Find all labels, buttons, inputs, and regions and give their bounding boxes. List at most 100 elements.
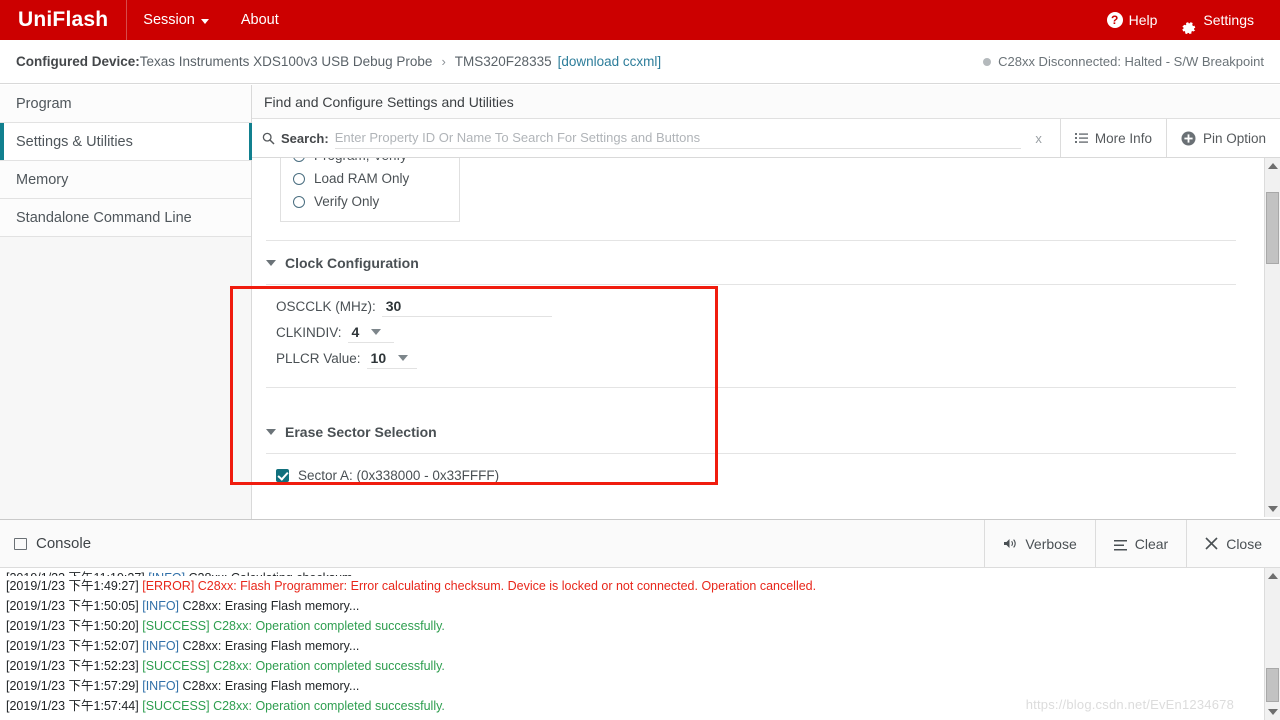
clock-configuration-section: Clock Configuration OSCCLK (MHz): 30 CLK… <box>252 241 1264 388</box>
radio-icon <box>293 196 305 208</box>
field-pllcr-value: PLLCR Value: 10 <box>252 347 1264 373</box>
clear-button[interactable]: Clear <box>1095 520 1186 568</box>
clkindiv-select[interactable]: 4 <box>348 324 394 343</box>
radio-verify-only[interactable]: Verify Only <box>281 190 459 213</box>
log-timestamp: [2019/1/23 下午1:49:27] <box>6 579 142 593</box>
scrollbar-thumb[interactable] <box>1266 192 1279 264</box>
window-icon <box>14 538 27 550</box>
erase-sector-selection-header[interactable]: Erase Sector Selection <box>252 410 1264 453</box>
radio-load-ram-only[interactable]: Load RAM Only <box>281 167 459 190</box>
verbose-button[interactable]: Verbose <box>984 520 1094 568</box>
close-icon <box>1205 537 1218 550</box>
status-text: C28xx Disconnected: Halted - S/W Breakpo… <box>998 54 1264 69</box>
scrollbar-thumb[interactable] <box>1266 668 1279 702</box>
log-level: [ERROR] <box>142 579 198 593</box>
scroll-up-button[interactable] <box>1265 158 1280 174</box>
log-timestamp: [2019/1/23 下午1:57:44] <box>6 699 142 713</box>
sidebar-item-standalone-command-line[interactable]: Standalone Command Line <box>0 199 251 237</box>
log-message: C28xx: Erasing Flash memory... <box>183 679 360 693</box>
flash-operation-group: Erase, Program, Verify Program, Verify L… <box>280 158 460 222</box>
sidebar-item-label: Standalone Command Line <box>16 210 192 226</box>
field-clkindiv: CLKINDIV: 4 <box>252 321 1264 347</box>
log-message: C28xx: Erasing Flash memory... <box>183 639 360 653</box>
clear-search-icon[interactable]: x <box>1027 131 1050 146</box>
log-timestamp: [2019/1/23 下午1:52:23] <box>6 659 142 673</box>
main-panel: Find and Configure Settings and Utilitie… <box>252 85 1280 519</box>
gear-icon <box>1181 12 1197 28</box>
chevron-down-icon <box>201 19 209 24</box>
oscclk-input[interactable]: 30 <box>382 298 552 317</box>
more-info-label: More Info <box>1095 131 1152 146</box>
sidebar-nav: Program Settings & Utilities Memory Stan… <box>0 85 252 519</box>
search-input[interactable] <box>335 127 1022 149</box>
scroll-down-button[interactable] <box>1265 501 1280 517</box>
settings-content-inner: Erase, Program, Verify Program, Verify L… <box>252 158 1264 489</box>
status-dot-icon <box>983 58 991 66</box>
erase-sector-selection-section: Erase Sector Selection Sector A: (0x3380… <box>252 410 1264 489</box>
help-button[interactable]: ? Help <box>1095 0 1170 40</box>
console-log-line: [2019/1/23 下午1:57:44] [SUCCESS] C28xx: O… <box>6 696 1260 716</box>
log-message: C28xx: Operation completed successfully. <box>213 619 445 633</box>
close-label: Close <box>1226 536 1262 552</box>
sidebar-item-settings-utilities[interactable]: Settings & Utilities <box>0 123 251 161</box>
settings-scrollbar[interactable] <box>1264 158 1280 517</box>
lines-icon <box>1114 538 1127 549</box>
radio-program-verify[interactable]: Program, Verify <box>281 158 459 167</box>
more-info-button[interactable]: More Info <box>1060 119 1166 157</box>
menu-about[interactable]: About <box>225 0 295 40</box>
console-log-line: [2019/1/23 下午1:52:23] [SUCCESS] C28xx: O… <box>6 656 1260 676</box>
sidebar-item-label: Memory <box>16 172 68 188</box>
question-circle-icon: ? <box>1107 12 1123 28</box>
clear-label: Clear <box>1135 536 1168 552</box>
connection-status: C28xx Disconnected: Halted - S/W Breakpo… <box>983 54 1264 69</box>
log-level: [SUCCESS] <box>142 619 213 633</box>
field-value: 10 <box>371 350 387 366</box>
log-level: [SUCCESS] <box>142 659 213 673</box>
sidebar-item-memory[interactable]: Memory <box>0 161 251 199</box>
settings-button[interactable]: Settings <box>1169 0 1266 40</box>
triangle-down-icon <box>1268 506 1278 512</box>
pllcr-select[interactable]: 10 <box>367 350 417 369</box>
scroll-down-button[interactable] <box>1265 704 1280 720</box>
breadcrumb: Configured Device : Texas Instruments XD… <box>0 40 1280 84</box>
log-timestamp: [2019/1/23 下午1:50:20] <box>6 619 142 633</box>
close-button[interactable]: Close <box>1186 520 1280 568</box>
console-log-line: [2019/1/23 下午1:50:05] [INFO] C28xx: Eras… <box>6 596 1260 616</box>
sidebar-item-label: Settings & Utilities <box>16 134 133 150</box>
search-icon <box>262 132 275 145</box>
menu-about-label: About <box>241 0 279 40</box>
menu-session[interactable]: Session <box>127 0 225 40</box>
erase-sector-selection-title: Erase Sector Selection <box>285 424 437 440</box>
scroll-up-button[interactable] <box>1265 568 1280 584</box>
app-brand: UniFlash <box>0 0 126 40</box>
uniflash-window: UniFlash Session About ? Help Settings <box>0 0 1280 720</box>
console-title-group: Console <box>0 535 91 552</box>
log-timestamp: [2019/1/23 下午1:50:05] <box>6 599 142 613</box>
radio-label: Verify Only <box>314 194 379 209</box>
help-label: Help <box>1129 0 1158 40</box>
download-ccxml-link[interactable]: [download ccxml] <box>558 54 662 69</box>
plus-circle-icon <box>1181 131 1196 146</box>
log-timestamp: [2019/1/23 下午1:52:07] <box>6 639 142 653</box>
sidebar-item-program[interactable]: Program <box>0 85 251 123</box>
console-log-line: [2019/1/23 下午11:19:27] [INFO] C28xx: Cal… <box>6 568 1260 576</box>
pin-option-button[interactable]: Pin Option <box>1166 119 1280 157</box>
console-scrollbar[interactable] <box>1264 568 1280 720</box>
checkbox-checked-icon <box>276 469 289 482</box>
console-panel: Console Verbose <box>0 519 1280 720</box>
field-label: CLKINDIV: <box>276 325 342 340</box>
breadcrumb-label: Configured Device <box>16 54 135 69</box>
search-box: Search: x <box>252 119 1060 157</box>
breadcrumb-device: Texas Instruments XDS100v3 USB Debug Pro… <box>140 54 433 69</box>
triangle-down-icon <box>266 429 276 435</box>
checkbox-sector-a[interactable]: Sector A: (0x338000 - 0x33FFFF) <box>252 462 1264 489</box>
clock-configuration-header[interactable]: Clock Configuration <box>252 241 1264 284</box>
speaker-icon <box>1003 537 1017 550</box>
clock-configuration-body: OSCCLK (MHz): 30 CLKINDIV: 4 <box>252 285 1264 387</box>
field-label: PLLCR Value: <box>276 351 361 366</box>
breadcrumb-target: TMS320F28335 <box>455 54 552 69</box>
verbose-label: Verbose <box>1025 536 1076 552</box>
log-timestamp: [2019/1/23 下午1:57:29] <box>6 679 142 693</box>
top-actions: ? Help Settings <box>1095 0 1280 40</box>
console-actions: Verbose Clear <box>984 520 1280 568</box>
